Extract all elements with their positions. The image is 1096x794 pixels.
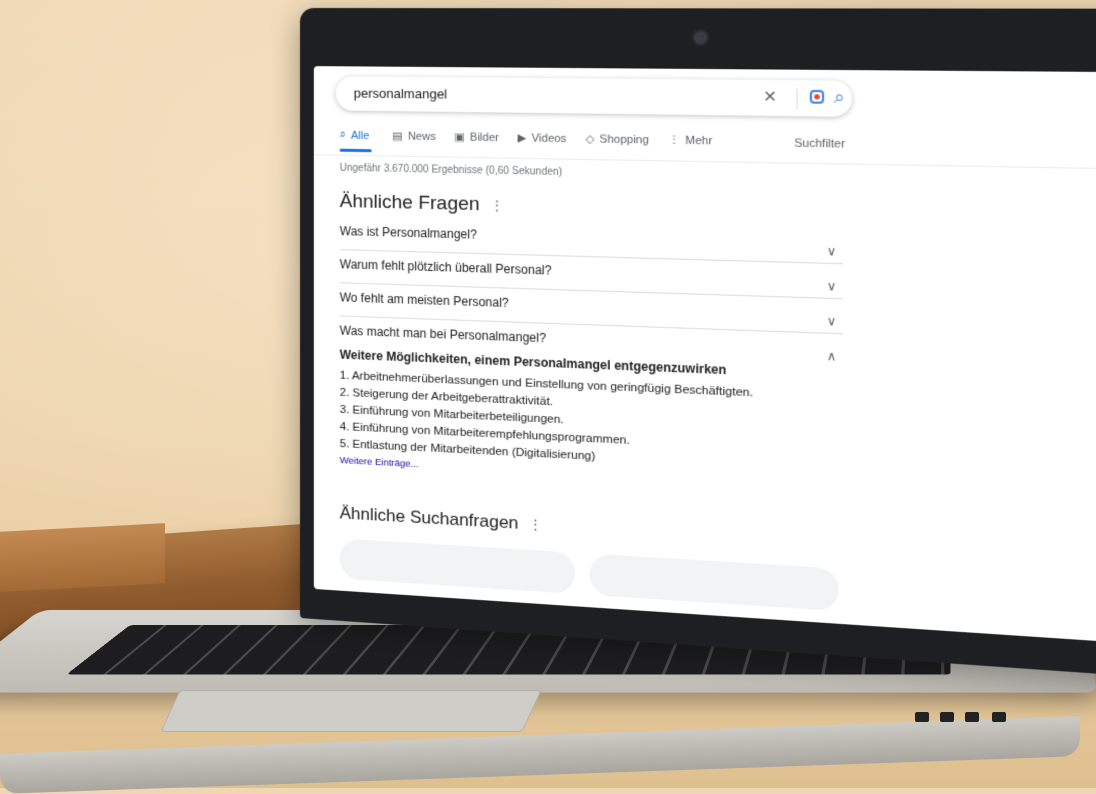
- result-stats: Ungefähr 3.670.000 Ergebnisse (0,60 Seku…: [339, 162, 563, 179]
- search-tabs: ⌕ Alle ▤ News ▣ Bilder ▶ Videos ◇ Shoppi…: [340, 129, 713, 148]
- tab-all[interactable]: ⌕ Alle: [340, 129, 375, 143]
- port-hdmi: [965, 712, 979, 722]
- search-icon: ⌕: [339, 128, 346, 141]
- tab-more[interactable]: ⋮ Mehr: [668, 133, 712, 147]
- related-search-chip[interactable]: [589, 553, 839, 612]
- answer-panel: Weitere Möglichkeiten, einem Personalman…: [340, 348, 846, 493]
- related-searches-title: Ähnliche Suchanfragen: [339, 503, 519, 533]
- question-text: Wo fehlt am meisten Personal?: [339, 290, 509, 311]
- tab-label: Mehr: [685, 134, 713, 148]
- video-icon: ▶: [517, 132, 527, 145]
- wood-block-top: [0, 523, 165, 593]
- news-icon: ▤: [392, 130, 403, 143]
- port-usb: [940, 712, 954, 722]
- question-text: Was macht man bei Personalmangel?: [339, 323, 547, 346]
- related-search-chip[interactable]: [339, 538, 575, 594]
- question-text: Was ist Personalmangel?: [339, 223, 477, 242]
- search-filter-button[interactable]: Suchfilter: [794, 137, 845, 150]
- more-vertical-icon[interactable]: ⋮: [490, 197, 503, 214]
- tab-news[interactable]: ▤ News: [392, 129, 435, 143]
- chevron-up-icon[interactable]: ∧: [827, 349, 837, 364]
- search-input[interactable]: personalmangel: [354, 86, 447, 102]
- tab-shopping[interactable]: ◇ Shopping: [585, 132, 649, 146]
- related-searches-heading: Ähnliche Suchanfragen ⋮: [340, 503, 543, 535]
- tab-label: Shopping: [599, 132, 649, 147]
- laptop-touchpad: [160, 690, 542, 732]
- port-usb-c: [992, 712, 1006, 722]
- related-questions-title: Ähnliche Fragen: [339, 190, 480, 216]
- search-bar-divider: [796, 88, 798, 109]
- chevron-down-icon[interactable]: ∨: [827, 279, 837, 294]
- browser-screen: personalmangel × ⌕ ⌕ Alle ▤ News ▣ Bilde…: [313, 66, 1096, 645]
- more-vertical-icon[interactable]: ⋮: [529, 516, 543, 533]
- tab-label: Bilder: [469, 130, 499, 144]
- active-tab-indicator: [339, 148, 372, 153]
- webcam: [691, 29, 710, 47]
- question-text: Warum fehlt plötzlich überall Personal?: [339, 257, 552, 278]
- related-questions-heading: Ähnliche Fragen ⋮: [340, 191, 504, 217]
- more-vertical-icon: ⋮: [668, 134, 680, 148]
- chevron-down-icon[interactable]: ∨: [827, 314, 837, 329]
- tag-icon: ◇: [585, 133, 595, 146]
- tab-images[interactable]: ▣ Bilder: [454, 130, 499, 144]
- tab-label: Alle: [350, 129, 370, 142]
- chevron-down-icon[interactable]: ∨: [827, 244, 837, 259]
- tab-label: News: [407, 130, 436, 143]
- camera-lens-icon[interactable]: [809, 89, 825, 104]
- image-icon: ▣: [454, 131, 465, 144]
- search-bar[interactable]: personalmangel × ⌕: [335, 76, 852, 117]
- tab-videos[interactable]: ▶ Videos: [518, 131, 567, 145]
- laptop-lid: personalmangel × ⌕ ⌕ Alle ▤ News ▣ Bilde…: [300, 8, 1096, 679]
- search-icon[interactable]: ⌕: [834, 87, 845, 108]
- port-usb: [915, 712, 929, 722]
- close-icon[interactable]: ×: [764, 85, 777, 109]
- tab-label: Videos: [531, 131, 567, 145]
